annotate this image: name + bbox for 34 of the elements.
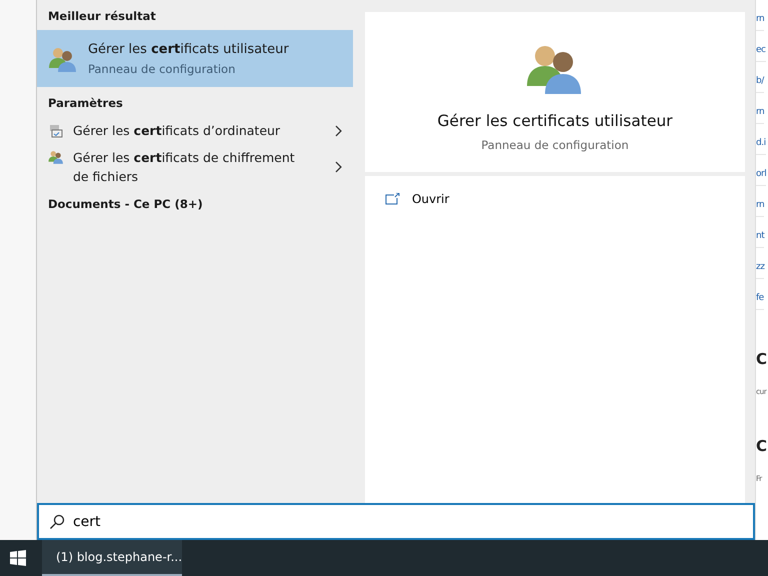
search-icon xyxy=(48,514,65,530)
search-box[interactable]: cert xyxy=(36,503,756,540)
certificate-icon xyxy=(48,123,64,139)
result-subtitle: Panneau de configuration xyxy=(88,62,236,76)
page-link-fragment[interactable]: nt xyxy=(756,217,764,248)
users-icon xyxy=(48,150,64,164)
section-heading: Paramètres xyxy=(46,95,124,112)
page-heading-fragment: C xyxy=(756,350,767,368)
open-window-icon xyxy=(384,193,400,205)
page-link-fragment[interactable]: b/ xyxy=(756,62,764,93)
taskbar-window-button[interactable]: (1) blog.stephane-r... xyxy=(42,540,182,576)
chevron-right-icon[interactable] xyxy=(335,124,343,136)
page-link-fragment[interactable]: d.i xyxy=(756,124,766,155)
chevron-right-icon[interactable] xyxy=(335,161,343,173)
settings-result-item[interactable]: Gérer les certificats de chiffrement de fichiers xyxy=(36,144,343,190)
page-link-fragment[interactable]: rn xyxy=(756,0,764,31)
page-link-fragment[interactable]: rn xyxy=(756,93,764,124)
page-link-fragment[interactable]: orl xyxy=(756,155,766,186)
result-title: Gérer les certificats utilisateur xyxy=(88,42,289,56)
preview-subtitle: Panneau de configuration xyxy=(481,138,629,152)
settings-result-item[interactable]: Gérer les certificats d’ordinateur xyxy=(36,117,343,144)
open-action[interactable]: Ouvrir xyxy=(364,192,746,206)
best-result-item[interactable]: Gérer les certificats utilisateur Panneau de configuration xyxy=(36,30,353,87)
page-link-fragment[interactable]: fe xyxy=(756,279,764,310)
search-field[interactable]: cert xyxy=(72,505,754,538)
page-link-fragment[interactable]: rn xyxy=(756,186,764,217)
windows-start-icon[interactable] xyxy=(10,550,26,566)
users-icon xyxy=(48,46,78,72)
page-link-fragment[interactable]: zz xyxy=(756,248,764,279)
section-heading[interactable]: Documents - Ce PC (8+) xyxy=(36,196,363,218)
section-heading: Meilleur résultat xyxy=(46,8,157,25)
page-heading-fragment: C xyxy=(756,437,767,455)
page-link-fragment[interactable]: ec xyxy=(756,31,766,62)
preview-title: Gérer les certificats utilisateur xyxy=(437,112,673,130)
